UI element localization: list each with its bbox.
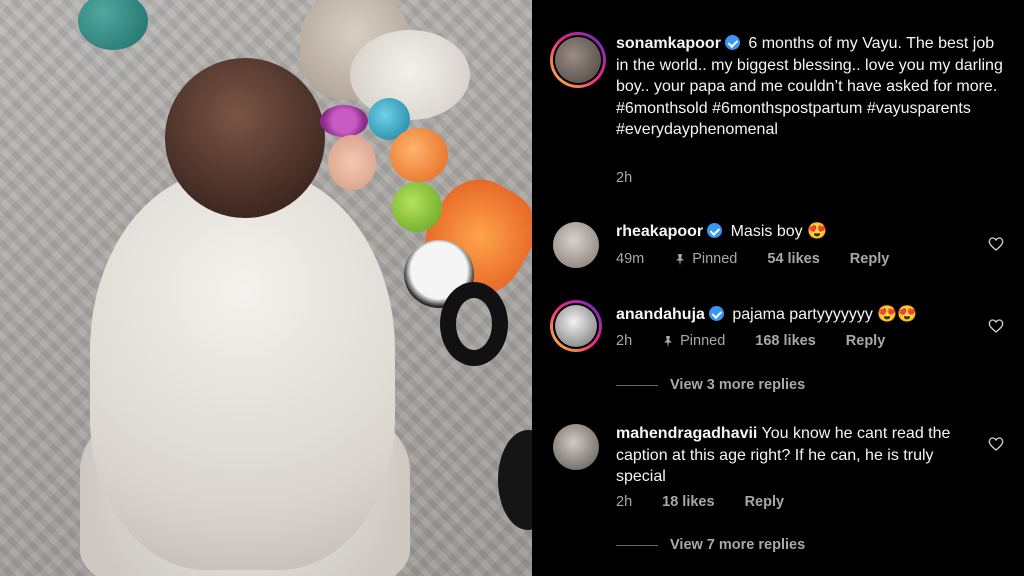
divider-line [616,384,658,386]
post-photo[interactable] [0,0,532,576]
comment-avatar-anandahuja[interactable] [550,300,602,352]
comment-time: 2h [616,333,633,349]
heart-icon[interactable] [988,436,1004,452]
comment-text: Masis boy 😍 [730,223,827,240]
plush-toy-white [350,30,470,120]
toy-ball-orange [390,128,448,182]
likes-count[interactable]: 18 likes [662,494,714,510]
verified-icon [707,223,723,238]
comment-meta: 49m Pinned 54 likes Reply [616,251,919,267]
comment-username[interactable]: anandahuja [616,306,705,323]
comments-panel: sonamkapoor 6 months of my Vayu. The bes… [532,0,1024,576]
pinned-label: Pinned [680,333,726,349]
likes-count[interactable]: 168 likes [755,333,815,349]
comment-time: 2h [616,494,633,510]
comment-meta: 2h 18 likes Reply [616,494,814,510]
comment-avatar-mahendragadhavii[interactable] [553,424,599,470]
reply-button[interactable]: Reply [745,494,785,510]
verified-icon [724,35,740,50]
comment-text: pajama partyyyyyyy 😍😍 [732,306,918,323]
heart-icon[interactable] [988,318,1004,334]
dark-object [498,430,532,530]
view-more-replies-button[interactable]: View 7 more replies [616,537,805,553]
divider-line [616,544,658,546]
baby-head [165,58,325,218]
comment-meta: 2h Pinned 168 likes Reply [616,333,915,349]
comment-anandahuja: anandahuja pajama partyyyyyyy 😍😍 [616,304,986,326]
pin-icon [664,335,673,347]
heart-icon[interactable] [988,236,1004,252]
baby-body [90,170,395,570]
verified-icon [708,306,724,321]
pinned-indicator: Pinned [662,333,725,349]
caption-username[interactable]: sonamkapoor [616,35,721,52]
caption: sonamkapoor 6 months of my Vayu. The bes… [616,33,1006,141]
toy-ring [320,105,368,137]
view-more-label[interactable]: View 3 more replies [670,377,805,393]
pinned-indicator: Pinned [674,251,737,267]
toy-wheel [440,282,508,366]
comment-avatar-rheakapoor[interactable] [553,222,599,268]
comment-rheakapoor: rheakapoor Masis boy 😍 [616,221,976,243]
view-more-label[interactable]: View 7 more replies [670,537,805,553]
view-more-replies-button[interactable]: View 3 more replies [616,377,805,393]
comment-username[interactable]: rheakapoor [616,223,703,240]
caption-meta: 2h [616,170,662,186]
reply-button[interactable]: Reply [850,251,890,267]
caption-time: 2h [616,170,633,186]
caption-avatar[interactable] [550,32,606,88]
toy-ball [78,0,148,50]
reply-button[interactable]: Reply [846,333,886,349]
pin-icon [676,253,685,265]
comment-time: 49m [616,251,645,267]
toy-green [392,182,442,232]
comment-username[interactable]: mahendragadhavii [616,425,757,442]
likes-count[interactable]: 54 likes [767,251,819,267]
pinned-label: Pinned [692,251,738,267]
baby-hand [328,135,376,190]
comment-mahendragadhavii: mahendragadhavii You know he cant read t… [616,423,986,488]
